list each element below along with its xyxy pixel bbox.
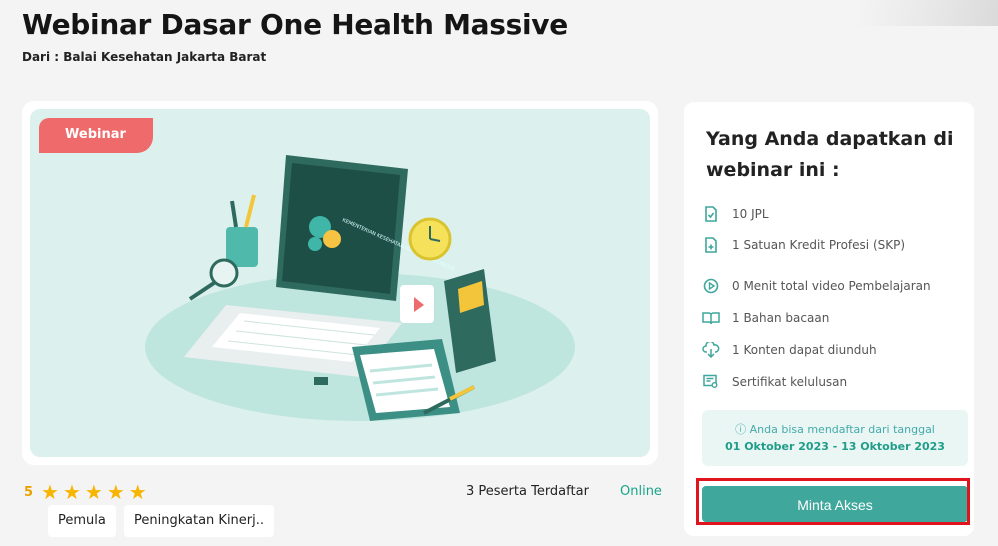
- benefits-panel: Yang Anda dapatkan di webinar ini : 10 J…: [684, 102, 974, 536]
- corner-shadow: [858, 0, 998, 26]
- document-check-icon: [700, 206, 722, 222]
- certificate-icon: [700, 374, 722, 390]
- webinar-illustration: KEMENTERIAN KESEHATAN REPUBLIK INDONESIA: [145, 155, 575, 421]
- benefit-item: 1 Bahan bacaan: [700, 310, 829, 326]
- rating-value: 5: [24, 484, 34, 500]
- play-circle-icon: [700, 278, 722, 294]
- registration-info: ⓘ Anda bisa mendaftar dari tanggal 01 Ok…: [702, 410, 968, 466]
- star-icon: ★: [128, 480, 147, 504]
- star-icon: ★: [106, 480, 125, 504]
- benefit-item: 1 Satuan Kredit Profesi (SKP): [700, 237, 905, 253]
- benefit-label: 1 Konten dapat diunduh: [732, 343, 877, 357]
- topic-tag: Peningkatan Kinerj..: [124, 505, 275, 537]
- request-access-button[interactable]: Minta Akses: [702, 486, 968, 522]
- rating-row: 5 ★ ★ ★ ★ ★: [24, 482, 151, 502]
- star-icon: ★: [84, 480, 103, 504]
- benefit-item: Sertifikat kelulusan: [700, 374, 847, 390]
- benefit-label: Sertifikat kelulusan: [732, 375, 848, 389]
- benefit-item: 0 Menit total video Pembelajaran: [700, 278, 931, 294]
- registration-info-text: ⓘ Anda bisa mendaftar dari tanggal: [735, 423, 935, 436]
- benefit-label: 10 JPL: [732, 207, 769, 221]
- level-tag: Pemula: [48, 505, 116, 537]
- participants-count: 3 Peserta Terdaftar: [466, 484, 589, 499]
- delivery-status: Online: [620, 484, 662, 499]
- organizer-subtitle: Dari : Balai Kesehatan Jakarta Barat: [22, 50, 267, 64]
- open-book-icon: [700, 310, 722, 326]
- benefit-item: 10 JPL: [700, 206, 769, 222]
- benefit-label: 1 Bahan bacaan: [732, 311, 830, 325]
- document-plus-icon: [700, 237, 722, 253]
- page-title: Webinar Dasar One Health Massive: [22, 8, 568, 41]
- hero-illustration-area: KEMENTERIAN KESEHATAN REPUBLIK INDONESIA: [30, 109, 650, 457]
- registration-dates: 01 Oktober 2023 - 13 Oktober 2023: [725, 440, 945, 453]
- star-icon: ★: [62, 480, 81, 504]
- cloud-download-icon: [700, 342, 722, 358]
- benefit-label: 1 Satuan Kredit Profesi (SKP): [732, 238, 906, 252]
- benefit-label: 0 Menit total video Pembelajaran: [732, 279, 931, 293]
- benefits-title: Yang Anda dapatkan di webinar ini :: [706, 128, 954, 181]
- star-icon: ★: [41, 480, 59, 504]
- category-badge: Webinar: [39, 118, 153, 153]
- webinar-hero-card: KEMENTERIAN KESEHATAN REPUBLIK INDONESIA: [22, 101, 658, 537]
- benefit-item: 1 Konten dapat diunduh: [700, 342, 877, 358]
